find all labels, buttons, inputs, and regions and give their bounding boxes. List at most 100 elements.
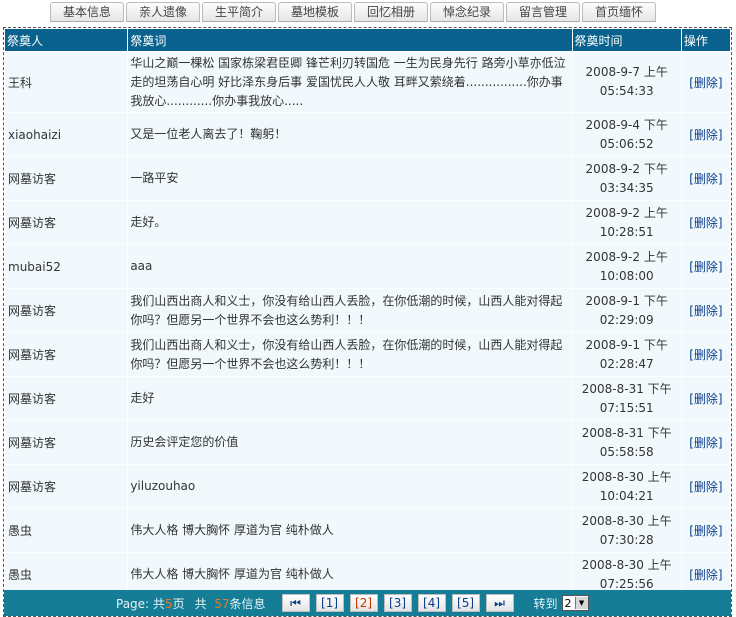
message-date: 2008-9-1 下午 <box>585 337 668 352</box>
message-date: 2008-8-30 上午 <box>581 469 672 484</box>
delete-link[interactable]: [删除] <box>689 436 722 450</box>
page-count-text: Page: 共5页 <box>116 595 185 612</box>
action-cell: [删除] <box>681 201 730 244</box>
delete-link[interactable]: [删除] <box>689 392 722 406</box>
message-time: 2008-9-1 下午 02:28:47 <box>572 333 681 376</box>
delete-link[interactable]: [删除] <box>689 216 722 230</box>
message-time: 2008-9-7 上午 05:54:33 <box>572 52 681 112</box>
last-page-button[interactable]: ⏭ <box>485 594 514 612</box>
visitor-name: 愚虫 <box>5 509 128 552</box>
message-clock: 10:28:51 <box>599 224 654 239</box>
message-date: 2008-9-2 下午 <box>585 161 668 176</box>
message-date: 2008-9-7 上午 <box>585 65 668 79</box>
chevron-down-icon: ▼ <box>574 597 588 609</box>
column-header-message: 祭奠词 <box>128 29 572 51</box>
message-text: 伟大人格 博大胸怀 厚道为官 纯朴做人 <box>128 509 572 552</box>
column-header-visitor: 祭奠人 <box>5 29 128 51</box>
page-button-3[interactable]: [3] <box>383 594 412 612</box>
visitor-name: 网墓访客 <box>5 201 128 244</box>
message-text: 华山之巅一棵松 国家栋梁君臣卿 锋芒利刃转国危 一生为民身先行 路旁小草亦低泣 … <box>128 52 572 112</box>
message-time: 2008-9-4 下午 05:06:52 <box>572 113 681 156</box>
pages-suffix: 页 <box>172 596 185 611</box>
message-date: 2008-9-2 上午 <box>585 205 668 220</box>
table-row: mubai52 aaa 2008-9-2 上午 10:08:00 [删除] <box>5 245 730 288</box>
message-text: 历史会评定您的价值 <box>128 421 572 464</box>
pagination-bar: Page: 共5页 共 57条信息 ⏮ [1] [2] [3] [4] [5] … <box>4 590 731 616</box>
tab-album[interactable]: 回忆相册 <box>354 2 428 22</box>
table-row: 网墓访客 一路平安 2008-9-2 下午 03:34:35 [删除] <box>5 157 730 200</box>
message-date: 2008-8-31 下午 <box>581 425 672 440</box>
delete-link[interactable]: [删除] <box>689 260 722 274</box>
action-cell: [删除] <box>681 333 730 376</box>
tab-home[interactable]: 首页缅怀 <box>582 2 656 22</box>
message-time: 2008-9-2 下午 03:34:35 <box>572 157 681 200</box>
message-clock: 05:06:52 <box>599 136 654 151</box>
goto-page-select[interactable]: 2 ▼ <box>561 595 589 611</box>
message-time: 2008-8-31 下午 05:58:58 <box>572 421 681 464</box>
page-button-2[interactable]: [2] <box>349 594 378 612</box>
tab-biography[interactable]: 生平简介 <box>202 2 276 22</box>
message-date: 2008-9-1 下午 <box>585 293 668 308</box>
message-time: 2008-8-30 上午 07:30:28 <box>572 509 681 552</box>
message-time: 2008-9-2 上午 10:08:00 <box>572 245 681 288</box>
action-cell: [删除] <box>681 509 730 552</box>
page-button-1[interactable]: [1] <box>315 594 344 612</box>
message-date: 2008-8-30 上午 <box>581 513 672 528</box>
page-buttons: ⏮ [1] [2] [3] [4] [5] ⏭ <box>281 594 520 612</box>
message-clock: 05:54:33 <box>599 84 654 98</box>
visitor-name: 网墓访客 <box>5 333 128 376</box>
page-button-4[interactable]: [4] <box>417 594 446 612</box>
action-cell: [删除] <box>681 157 730 200</box>
tab-message-manage[interactable]: 留言管理 <box>506 2 580 22</box>
table-row: xiaohaizi 又是一位老人离去了！鞠躬！ 2008-9-4 下午 05:06:5… <box>5 113 730 156</box>
page-button-5[interactable]: [5] <box>451 594 480 612</box>
message-time: 2008-8-31 下午 07:15:51 <box>572 377 681 420</box>
items-suffix: 条信息 <box>229 596 266 611</box>
tab-basic-info[interactable]: 基本信息 <box>50 2 124 22</box>
message-text: 我们山西出商人和义士，你没有给山西人丢脸，在你低潮的时候，山西人能对得起你吗？但… <box>128 333 572 376</box>
tab-bar: 基本信息 亲人遗像 生平简介 墓地模板 回忆相册 悼念纪录 留言管理 首页缅怀 <box>50 2 656 24</box>
delete-link[interactable]: [删除] <box>689 524 722 538</box>
delete-link[interactable]: [删除] <box>689 348 722 362</box>
delete-link[interactable]: [删除] <box>689 128 722 142</box>
first-page-button[interactable]: ⏮ <box>281 594 310 612</box>
action-cell: [删除] <box>681 289 730 332</box>
goto-label: 转到 <box>533 596 558 611</box>
message-date: 2008-8-31 下午 <box>581 381 672 396</box>
visitor-name: 王科 <box>5 52 128 112</box>
delete-link[interactable]: [删除] <box>689 304 722 318</box>
delete-link[interactable]: [删除] <box>689 172 722 186</box>
message-text: 走好 <box>128 377 572 420</box>
delete-link[interactable]: [删除] <box>689 76 722 90</box>
message-clock: 02:28:47 <box>599 356 654 371</box>
goto-value: 2 <box>564 596 572 610</box>
action-cell: [删除] <box>681 421 730 464</box>
table-row: 网墓访客 yiluzouhao 2008-8-30 上午 10:04:21 [删除] <box>5 465 730 508</box>
page-prefix: Page: 共 <box>116 596 165 611</box>
table-row: 网墓访客 我们山西出商人和义士，你没有给山西人丢脸，在你低潮的时候，山西人能对得起… <box>5 289 730 332</box>
visitor-name: 网墓访客 <box>5 421 128 464</box>
action-cell: [删除] <box>681 465 730 508</box>
message-clock: 10:08:00 <box>599 268 654 283</box>
tab-portrait[interactable]: 亲人遗像 <box>126 2 200 22</box>
total-items: 57 <box>214 596 230 611</box>
action-cell: [删除] <box>681 113 730 156</box>
tab-records[interactable]: 悼念纪录 <box>430 2 504 22</box>
tab-template[interactable]: 墓地模板 <box>278 2 352 22</box>
delete-link[interactable]: [删除] <box>689 568 722 582</box>
message-date: 2008-8-30 上午 <box>581 557 672 572</box>
table-header-row: 祭奠人 祭奠词 祭奠时间 操作 <box>5 29 730 51</box>
table-row: 网墓访客 走好。 2008-9-2 上午 10:28:51 [删除] <box>5 201 730 244</box>
message-text: 我们山西出商人和义士，你没有给山西人丢脸，在你低潮的时候，山西人能对得起你吗？但… <box>128 289 572 332</box>
message-clock: 03:34:35 <box>599 180 654 195</box>
action-cell: [删除] <box>681 377 730 420</box>
message-clock: 07:15:51 <box>599 400 654 415</box>
visitor-name: 网墓访客 <box>5 289 128 332</box>
visitor-name: 网墓访客 <box>5 377 128 420</box>
message-clock: 05:58:58 <box>599 444 654 459</box>
delete-link[interactable]: [删除] <box>689 480 722 494</box>
action-cell: [删除] <box>681 52 730 112</box>
action-cell: [删除] <box>681 245 730 288</box>
item-count-text: 共 57条信息 <box>195 595 266 612</box>
message-date: 2008-9-4 下午 <box>585 117 668 132</box>
